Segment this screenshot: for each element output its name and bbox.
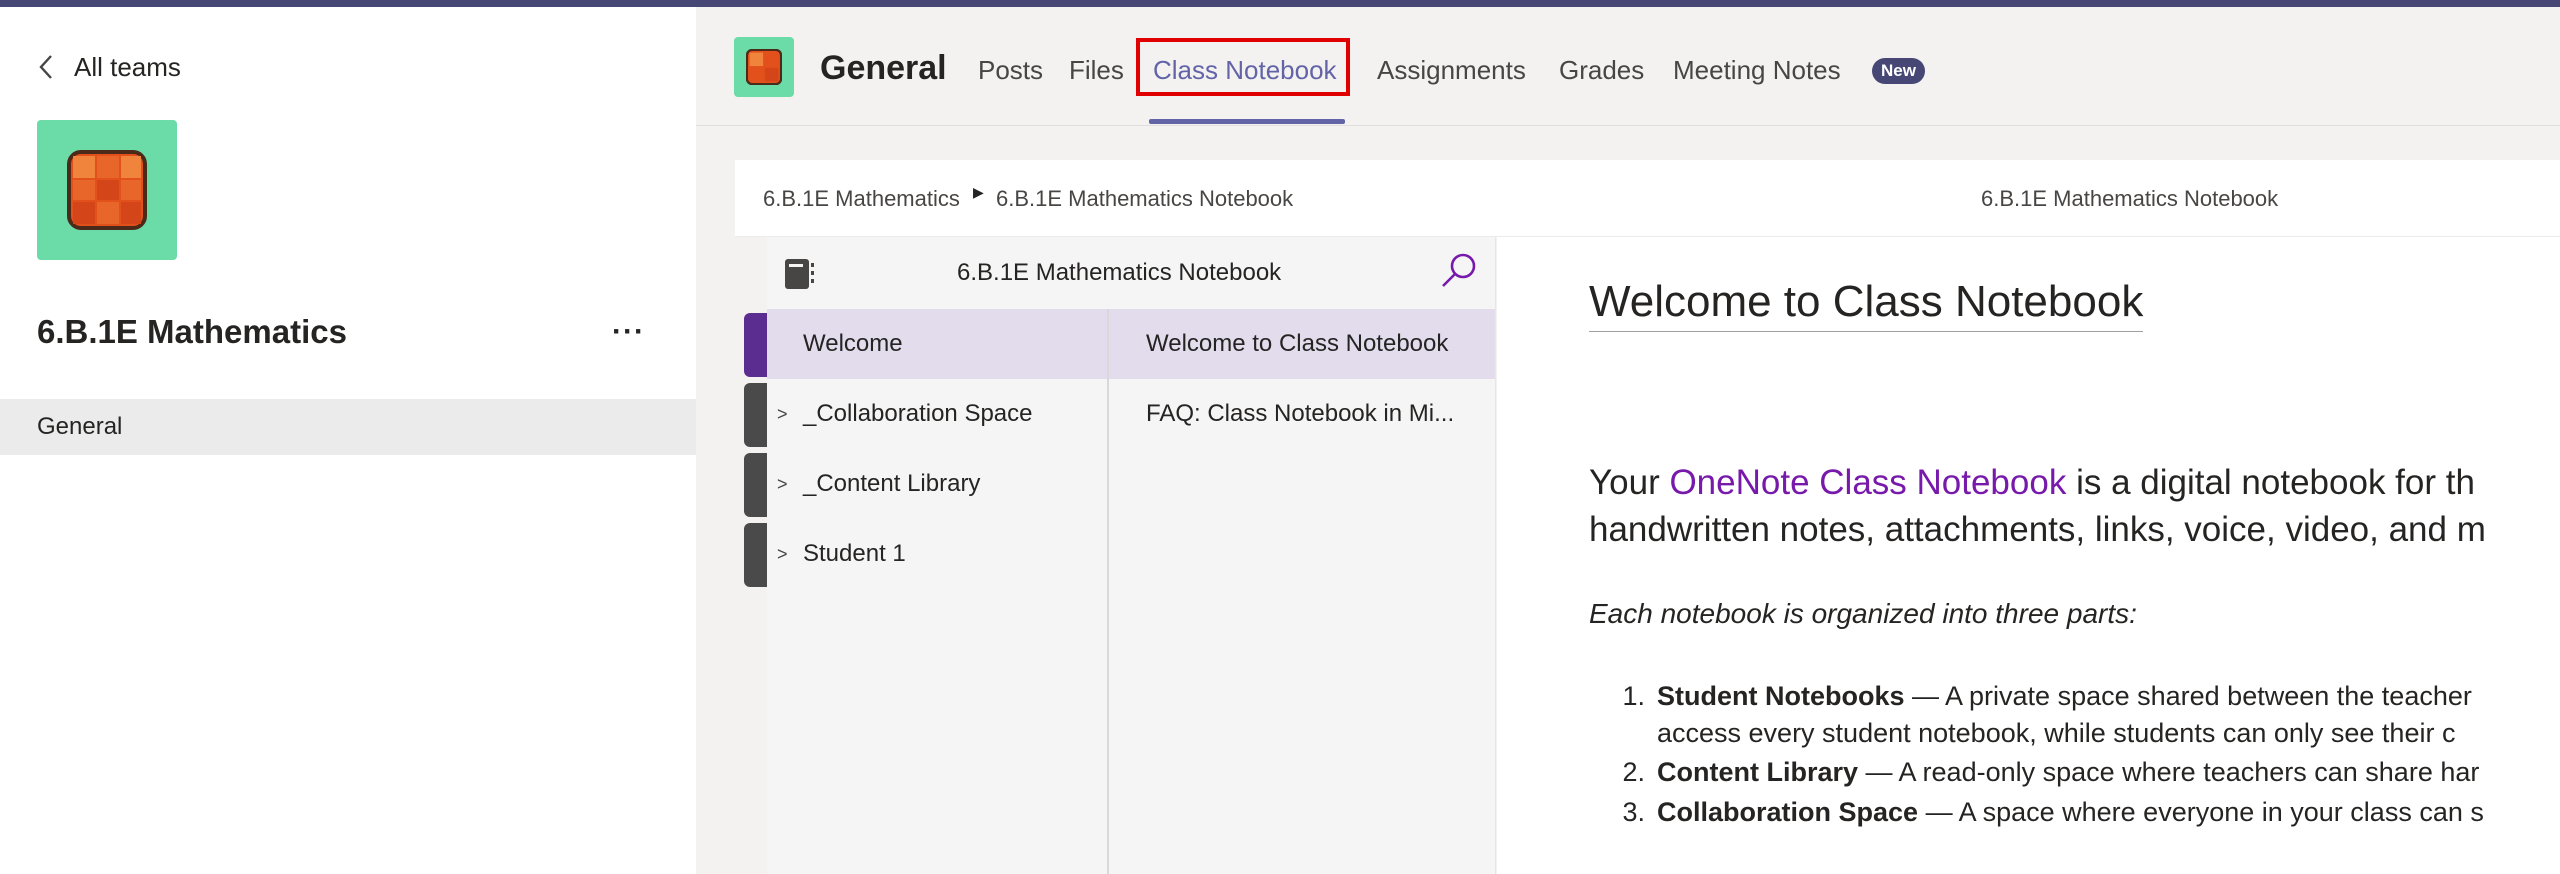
chevron-right-icon[interactable]: > (777, 544, 788, 565)
list-term: Collaboration Space (1657, 797, 1919, 827)
list-term: Content Library (1657, 757, 1859, 787)
new-badge: New (1872, 58, 1925, 84)
list-text: — A read-only space where teachers can s… (1858, 757, 2480, 787)
section-item-student-1[interactable]: > Student 1 (767, 519, 1107, 589)
list-text: — A private space shared between the tea… (1904, 681, 2472, 711)
all-teams-label: All teams (74, 51, 181, 82)
tab-meeting-notes[interactable]: Meeting Notes (1673, 55, 1841, 86)
list-item: 3. Collaboration Space — A space where ev… (1497, 793, 2484, 831)
section-item-content-library[interactable]: > _Content Library (767, 449, 1107, 519)
list-number: 1. (1622, 681, 1645, 711)
chevron-right-icon[interactable]: > (777, 404, 788, 425)
list-number: 3. (1622, 797, 1645, 827)
more-options-button[interactable]: ··· (612, 315, 645, 349)
teams-panel: All teams 6.B.1E Mathematics ··· General (0, 7, 696, 874)
page-canvas[interactable]: Welcome to Class Notebook Your OneNote C… (1497, 237, 2560, 874)
onenote-class-notebook-link[interactable]: OneNote Class Notebook (1669, 463, 2066, 502)
breadcrumb-caret-icon: ▶ (973, 184, 984, 200)
chevron-right-icon[interactable]: > (777, 474, 788, 495)
tab-posts[interactable]: Posts (978, 55, 1043, 86)
channel-header: General Posts Files Class Notebook Assig… (696, 7, 2560, 126)
list-item: 2. Content Library — A read-only space wh… (1497, 753, 2479, 791)
section-item-collaboration-space[interactable]: > _Collaboration Space (767, 379, 1107, 449)
notebook-icon[interactable] (783, 257, 817, 291)
page-item-welcome[interactable]: Welcome to Class Notebook (1109, 309, 1495, 379)
section-label: _Content Library (803, 470, 981, 497)
list-item-continuation: access every student notebook, while stu… (1657, 718, 2456, 748)
parts-intro: Each notebook is organized into three pa… (1589, 598, 2137, 629)
section-label: _Collaboration Space (803, 400, 1033, 427)
intro-text: handwritten notes, attachments, links, v… (1589, 510, 2486, 549)
notebook-breadcrumb: 6.B.1E Mathematics ▶ 6.B.1E Mathematics … (735, 160, 2560, 237)
notebook-grid-icon (67, 150, 147, 230)
notebook-header: 6.B.1E Mathematics Notebook (767, 237, 1495, 309)
notebook-title: 6.B.1E Mathematics Notebook (957, 259, 1282, 286)
tab-assignments[interactable]: Assignments (1377, 55, 1526, 86)
pages-pane: Welcome to Class Notebook FAQ: Class Not… (1109, 237, 1496, 874)
tab-class-notebook[interactable]: Class Notebook (1153, 55, 1337, 86)
intro-text: is a digital notebook for th (2066, 463, 2475, 502)
notebook-center-title: 6.B.1E Mathematics Notebook (1981, 186, 2279, 211)
team-logo (37, 120, 177, 260)
channel-team-icon (734, 37, 794, 97)
list-item: 1. Student Notebooks — A private space sh… (1497, 677, 2472, 715)
page-item-faq[interactable]: FAQ: Class Notebook in Mi... (1109, 379, 1495, 449)
page-title: Welcome to Class Notebook (1589, 277, 2144, 332)
section-label: Student 1 (803, 540, 906, 567)
channel-label: General (37, 413, 123, 440)
page-label: FAQ: Class Notebook in Mi... (1146, 400, 1455, 427)
section-label: Welcome (803, 330, 903, 357)
sections-pane: Welcome > _Collaboration Space > _Conten… (767, 237, 1109, 874)
top-accent-strip (0, 0, 2560, 7)
all-teams-back-link[interactable]: All teams (38, 47, 181, 87)
search-icon[interactable] (1439, 251, 1479, 291)
active-tab-indicator (1149, 119, 1345, 124)
tab-files[interactable]: Files (1069, 55, 1124, 86)
channel-item-general[interactable]: General (0, 399, 696, 455)
list-term: Student Notebooks (1657, 681, 1905, 711)
channel-title: General (820, 49, 947, 87)
list-number: 2. (1622, 757, 1645, 787)
notebook-grid-icon (746, 49, 782, 85)
breadcrumb-parent[interactable]: 6.B.1E Mathematics (763, 186, 960, 212)
chevron-left-icon (39, 55, 52, 79)
section-item-welcome[interactable]: Welcome (767, 309, 1107, 379)
tab-grades[interactable]: Grades (1559, 55, 1644, 86)
list-text: — A space where everyone in your class c… (1918, 797, 2484, 827)
team-name: 6.B.1E Mathematics (37, 313, 347, 350)
intro-text: Your (1589, 463, 1670, 502)
intro-paragraph: Your OneNote Class Notebook is a digital… (1589, 459, 2486, 553)
breadcrumb-current[interactable]: 6.B.1E Mathematics Notebook (996, 186, 1293, 212)
page-label: Welcome to Class Notebook (1146, 330, 1449, 357)
